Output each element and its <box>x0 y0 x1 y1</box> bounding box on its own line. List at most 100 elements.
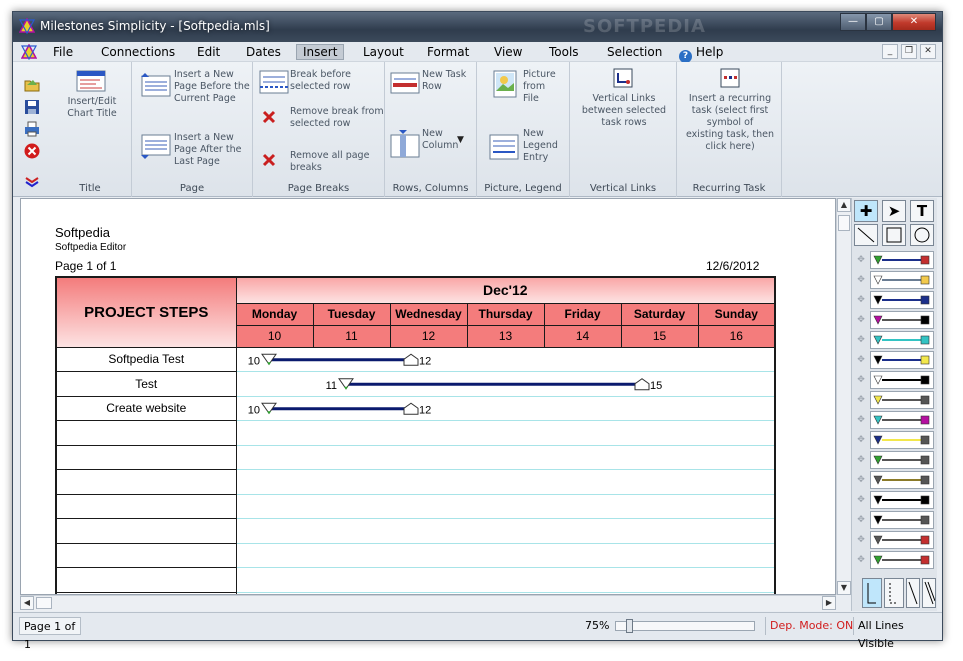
drag-handle-icon[interactable]: ✥ <box>854 413 868 427</box>
chart-title-icon[interactable] <box>76 70 106 92</box>
app-menu-icon[interactable] <box>21 44 37 60</box>
symbol-style-swatch[interactable] <box>870 411 934 429</box>
document-title[interactable]: Softpedia <box>55 225 110 240</box>
drag-handle-icon[interactable]: ✥ <box>854 353 868 367</box>
day-header-cell[interactable]: Saturday <box>621 303 699 326</box>
rectangle-tool-icon[interactable] <box>882 224 906 246</box>
document-subtitle[interactable]: Softpedia Editor <box>55 242 126 253</box>
add-tool-icon[interactable]: ✚ <box>854 200 878 222</box>
menu-layout[interactable]: Layout <box>357 44 410 60</box>
break-before-icon[interactable] <box>259 70 289 94</box>
scroll-right-arrow-icon[interactable]: ▶ <box>822 596 836 610</box>
day-header-cell[interactable]: Wednesday <box>390 303 468 326</box>
insert-page-before-button[interactable]: Insert a New Page Before the Current Pag… <box>174 69 250 105</box>
insert-edit-chart-title-button[interactable]: Insert/Edit Chart Title <box>63 96 121 120</box>
drag-handle-icon[interactable]: ✥ <box>854 393 868 407</box>
symbol-style-row[interactable]: ✥ <box>852 410 938 430</box>
drag-handle-icon[interactable]: ✥ <box>854 313 868 327</box>
drag-handle-icon[interactable]: ✥ <box>854 453 868 467</box>
task-name-cell[interactable]: Create website <box>56 396 237 421</box>
task-timeline-cell[interactable] <box>236 371 775 397</box>
drag-handle-icon[interactable]: ✥ <box>854 253 868 267</box>
symbol-style-swatch[interactable] <box>870 431 934 449</box>
drag-handle-icon[interactable]: ✥ <box>854 273 868 287</box>
symbol-style-swatch[interactable] <box>870 351 934 369</box>
day-header-cell[interactable]: Tuesday <box>313 303 391 326</box>
date-header-cell[interactable]: 16 <box>698 325 776 348</box>
day-header-cell[interactable]: Thursday <box>467 303 545 326</box>
symbol-style-row[interactable]: ✥ <box>852 530 938 550</box>
drag-handle-icon[interactable]: ✥ <box>854 533 868 547</box>
symbol-style-row[interactable]: ✥ <box>852 490 938 510</box>
date-header-cell[interactable]: 11 <box>313 325 391 348</box>
remove-all-breaks-icon[interactable] <box>261 152 277 168</box>
task-name-cell[interactable] <box>56 469 237 495</box>
pointer-tool-icon[interactable]: ➤ <box>882 200 906 222</box>
drag-handle-icon[interactable]: ✥ <box>854 293 868 307</box>
text-tool-icon[interactable]: T <box>910 200 934 222</box>
task-timeline-cell[interactable] <box>236 494 775 519</box>
date-header-cell[interactable]: 12 <box>390 325 468 348</box>
task-name-cell[interactable]: Softpedia Test <box>56 347 237 372</box>
symbol-style-swatch[interactable] <box>870 531 934 549</box>
task-row[interactable] <box>56 567 775 593</box>
new-task-row-icon[interactable] <box>390 72 420 94</box>
task-name-cell[interactable] <box>56 518 237 544</box>
zoom-slider-thumb[interactable] <box>626 619 633 633</box>
drag-handle-icon[interactable]: ✥ <box>854 373 868 387</box>
new-column-button[interactable]: New Column <box>422 128 458 152</box>
delete-icon[interactable] <box>23 142 41 160</box>
symbol-style-row[interactable]: ✥ <box>852 430 938 450</box>
new-column-dropdown-arrow-icon[interactable]: ▼ <box>457 134 464 146</box>
symbol-style-swatch[interactable] <box>870 331 934 349</box>
symbol-style-row[interactable]: ✥ <box>852 290 938 310</box>
remove-all-breaks-button[interactable]: Remove all page breaks <box>290 150 369 174</box>
vertical-scroll-thumb[interactable] <box>838 215 850 231</box>
menu-insert[interactable]: Insert <box>296 44 345 60</box>
picture-from-file-button[interactable]: Picture from File <box>523 69 556 105</box>
symbol-style-swatch[interactable] <box>870 311 934 329</box>
drag-handle-icon[interactable]: ✥ <box>854 433 868 447</box>
vertical-links-icon[interactable] <box>613 68 633 88</box>
symbol-style-swatch[interactable] <box>870 451 934 469</box>
symbol-style-row[interactable]: ✥ <box>852 270 938 290</box>
remove-break-button[interactable]: Remove break from selected row <box>290 106 384 130</box>
maximize-button[interactable]: ▢ <box>866 13 892 31</box>
symbol-style-row[interactable]: ✥ <box>852 390 938 410</box>
document-canvas[interactable]: Softpedia Softpedia Editor Page 1 of 1 1… <box>20 198 836 595</box>
customize-toolbar-icon[interactable] <box>23 172 41 190</box>
vertical-scrollbar[interactable]: ▲ ▼ <box>836 198 852 595</box>
drag-handle-icon[interactable]: ✥ <box>854 493 868 507</box>
date-header-cell[interactable]: 14 <box>544 325 622 348</box>
menu-view[interactable]: View <box>488 44 528 60</box>
date-header-cell[interactable]: 15 <box>621 325 699 348</box>
status-dep-mode[interactable]: Dep. Mode: ON <box>765 617 857 635</box>
task-name-cell[interactable]: Test <box>56 371 237 397</box>
remove-break-icon[interactable] <box>261 109 277 125</box>
legend-entry-icon[interactable] <box>489 134 519 160</box>
month-header[interactable]: Dec'12 <box>236 277 775 304</box>
insert-page-after-button[interactable]: Insert a New Page After the Last Page <box>174 132 241 168</box>
menu-connections[interactable]: Connections <box>95 44 181 60</box>
ellipse-tool-icon[interactable] <box>910 224 934 246</box>
new-task-row-button[interactable]: New Task Row <box>422 69 466 93</box>
task-timeline-cell[interactable] <box>236 518 775 544</box>
insert-page-before-icon[interactable] <box>141 72 171 98</box>
status-lines-visible[interactable]: All Lines Visible <box>853 617 942 650</box>
menu-edit[interactable]: Edit <box>191 44 226 60</box>
task-row[interactable]: Softpedia Test <box>56 347 775 372</box>
symbol-style-swatch[interactable] <box>870 291 934 309</box>
task-row[interactable] <box>56 518 775 544</box>
recurring-task-icon[interactable] <box>720 68 740 88</box>
doc-close-button[interactable]: ✕ <box>920 44 936 59</box>
task-name-cell[interactable] <box>56 543 237 568</box>
menu-help[interactable]: ? Help <box>673 44 729 63</box>
open-folder-icon[interactable] <box>23 76 41 94</box>
symbol-style-row[interactable]: ✥ <box>852 450 938 470</box>
symbol-style-swatch[interactable] <box>870 551 934 569</box>
print-icon[interactable] <box>23 120 41 138</box>
new-column-icon[interactable] <box>390 130 420 158</box>
new-legend-entry-button[interactable]: New Legend Entry <box>523 128 558 164</box>
symbol-style-swatch[interactable] <box>870 251 934 269</box>
day-header-cell[interactable]: Friday <box>544 303 622 326</box>
